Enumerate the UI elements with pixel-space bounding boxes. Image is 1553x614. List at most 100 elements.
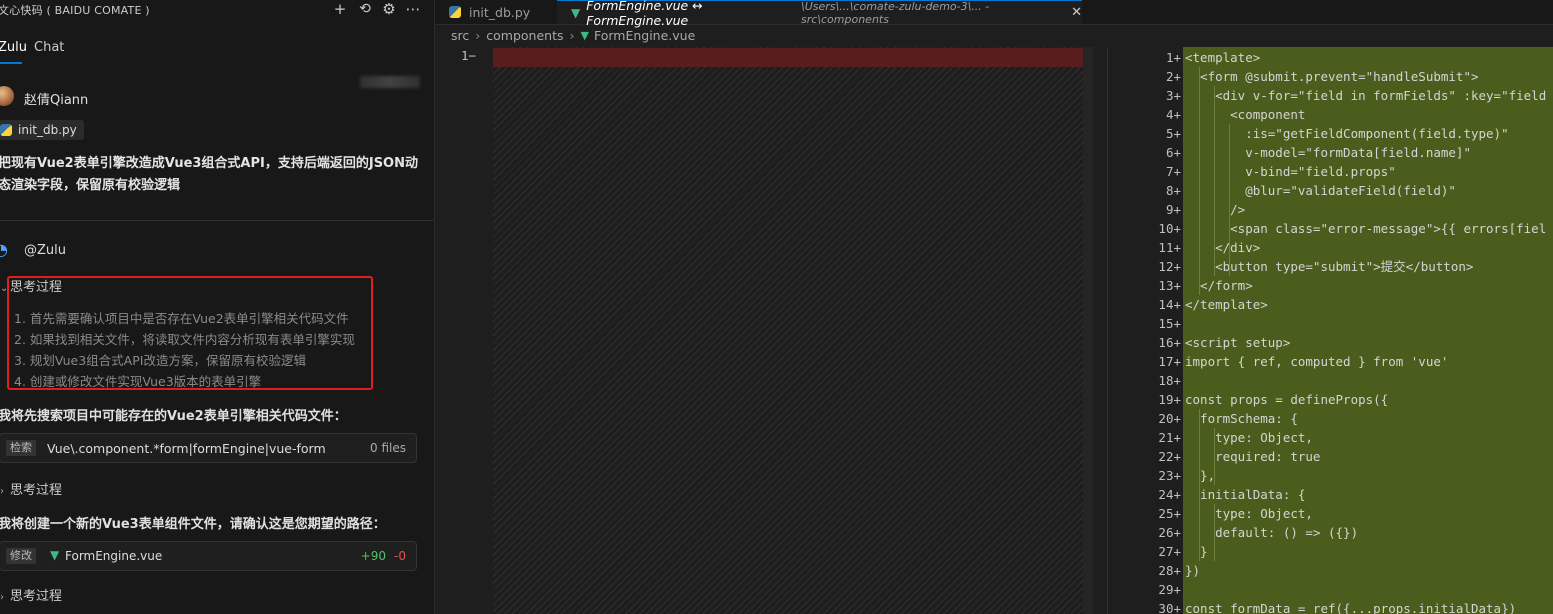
line-number: 20+ <box>1158 411 1181 426</box>
code-line: </form> <box>1185 278 1253 293</box>
line-number: 16+ <box>1158 335 1181 350</box>
tab-label: FormEngine.vue ↔ FormEngine.vue <box>586 0 703 28</box>
code-line: /> <box>1185 202 1246 217</box>
list-item: 4. 创建或修改文件实现Vue3版本的表单引擎 <box>14 374 262 389</box>
attachment-name: init_db.py <box>18 123 77 137</box>
tool-tag: 修改 <box>6 548 36 564</box>
diff-editor: init_db.py ▼ FormEngine.vue ↔ FormEngine… <box>435 0 1553 614</box>
breadcrumb-item[interactable]: FormEngine.vue <box>594 28 695 43</box>
line-number: 2+ <box>1165 69 1181 84</box>
code-line: type: Object, <box>1185 506 1313 521</box>
attachment-chip[interactable]: init_db.py <box>0 120 84 140</box>
code-line: </div> <box>1185 240 1261 255</box>
code-line: required: true <box>1185 449 1321 464</box>
plus-icon[interactable]: + <box>330 0 350 20</box>
chevron-right-icon: › <box>0 486 4 497</box>
line-number: 12+ <box>1158 259 1181 274</box>
line-number: 27+ <box>1158 544 1181 559</box>
code-line: default: () => ({}) <box>1185 525 1359 540</box>
line-number: 17+ <box>1158 354 1181 369</box>
editor-tabbar: init_db.py ▼ FormEngine.vue ↔ FormEngine… <box>435 0 1553 28</box>
active-tab-indicator <box>0 62 22 64</box>
line-number: 26+ <box>1158 525 1181 540</box>
line-number: 18+ <box>1158 373 1181 388</box>
tab-zulu[interactable]: Zulu <box>0 40 27 55</box>
indent-guide <box>1229 124 1230 276</box>
blurred-info <box>360 76 420 88</box>
indent-guide <box>1199 67 1200 295</box>
inserted-code: <template> <form @submit.prevent="handle… <box>1183 47 1553 614</box>
line-number: 6+ <box>1165 145 1181 160</box>
code-line: @blur="validateField(field)" <box>1185 183 1456 198</box>
lines-added: +90 <box>360 549 386 563</box>
thinking-label: 思考过程 <box>10 589 63 604</box>
result-count: 0 files <box>370 441 406 455</box>
deleted-line <box>493 48 1091 67</box>
thinking-toggle[interactable]: › 思考过程 <box>0 585 62 604</box>
tab-description: \Users\...\comate-zulu-demo-3\... - src\… <box>801 0 990 26</box>
line-number: 14+ <box>1158 297 1181 312</box>
python-icon <box>449 6 461 18</box>
code-line: <span class="error-message">{{ errors[fi… <box>1185 221 1547 236</box>
indent-guide <box>1214 86 1215 276</box>
tab-init-db[interactable]: init_db.py <box>435 0 557 24</box>
line-number: 4+ <box>1165 107 1181 122</box>
vue-icon: ▼ <box>571 5 581 20</box>
tab-label: init_db.py <box>469 4 531 20</box>
list-item: 3. 规划Vue3组合式API改造方案，保留原有校验逻辑 <box>14 353 306 368</box>
code-line: formSchema: { <box>1185 411 1298 426</box>
divider <box>0 220 434 221</box>
diff-splitter[interactable] <box>1107 47 1108 614</box>
line-number: 24+ <box>1158 487 1181 502</box>
line-number: 28+ <box>1158 563 1181 578</box>
indent-guide <box>1199 409 1200 561</box>
edit-tool-result[interactable]: 修改 ▼ FormEngine.vue +90 -0 <box>0 541 417 571</box>
line-number: 8+ <box>1165 183 1181 198</box>
modified-pane[interactable]: 1+ 2+ 3+ 4+ 5+ 6+ 7+ 8+ 9+ 10+ 11+ 12+ 13+ 14+ 15+ 16+ 1… <box>1125 47 1553 614</box>
tab-chat[interactable]: Chat <box>34 40 64 55</box>
more-icon[interactable]: ⋯ <box>403 0 423 20</box>
line-number: 25+ <box>1158 506 1181 521</box>
search-tool-result[interactable]: 检索 Vue\.component.*form|formEngine|vue-f… <box>0 433 417 463</box>
line-number: 9+ <box>1165 202 1181 217</box>
breadcrumb-item[interactable]: components <box>486 28 563 43</box>
search-query: Vue\.component.*form|formEngine|vue-form <box>47 441 326 456</box>
line-number: 5+ <box>1165 126 1181 141</box>
python-icon <box>0 124 12 136</box>
tab-formengine-diff[interactable]: ▼ FormEngine.vue ↔ FormEngine.vue \Users… <box>557 0 1082 28</box>
close-icon[interactable]: ✕ <box>1071 5 1082 20</box>
indent-guide <box>1214 428 1215 485</box>
chevron-right-icon: › <box>569 28 575 43</box>
breadcrumb: src › components › ▼ FormEngine.vue <box>451 28 695 43</box>
assistant-name: @Zulu <box>24 243 66 258</box>
line-number: 11+ <box>1158 240 1181 255</box>
code-line: const props = defineProps({ <box>1185 392 1389 407</box>
line-number: 21+ <box>1158 430 1181 445</box>
code-line: <template> <box>1185 50 1261 65</box>
breadcrumb-item[interactable]: src <box>451 28 469 43</box>
code-line: }, <box>1185 468 1216 483</box>
user-prompt: 把现有Vue2表单引擎改造成Vue3组合式API，支持后端返回的JSON动态渲染… <box>0 156 418 193</box>
code-line: <script setup> <box>1185 335 1291 350</box>
code-line: v-model="formData[field.name]" <box>1185 145 1471 160</box>
chevron-right-icon: › <box>0 592 4 603</box>
tool-tag: 检索 <box>6 440 36 456</box>
thinking-toggle[interactable]: › 思考过程 <box>0 479 62 498</box>
code-line: </template> <box>1185 297 1268 312</box>
code-line: const formData = ref({...props.initialDa… <box>1185 601 1517 614</box>
line-number: 29+ <box>1158 582 1181 597</box>
thinking-label: 思考过程 <box>10 483 63 498</box>
original-pane[interactable]: 1− <box>435 47 1093 614</box>
chevron-right-icon: › <box>475 28 481 43</box>
code-line: type: Object, <box>1185 430 1313 445</box>
history-icon[interactable]: ⟲ <box>355 0 375 20</box>
code-line: <component <box>1185 107 1306 122</box>
empty-diff-area <box>493 47 1091 614</box>
list-item: 2. 如果找到相关文件，将读取文件内容分析现有表单引擎实现 <box>14 332 355 347</box>
list-item: 1. 首先需要确认项目中是否存在Vue2表单引擎相关代码文件 <box>14 311 349 326</box>
overview-ruler <box>1083 47 1093 614</box>
settings-icon[interactable]: ⚙ <box>379 0 399 20</box>
line-number: 1+ <box>1165 50 1181 65</box>
thinking-steps: 1. 首先需要确认项目中是否存在Vue2表单引擎相关代码文件 2. 如果找到相关… <box>14 308 355 392</box>
panel-tabs: Zulu Chat <box>0 34 434 88</box>
